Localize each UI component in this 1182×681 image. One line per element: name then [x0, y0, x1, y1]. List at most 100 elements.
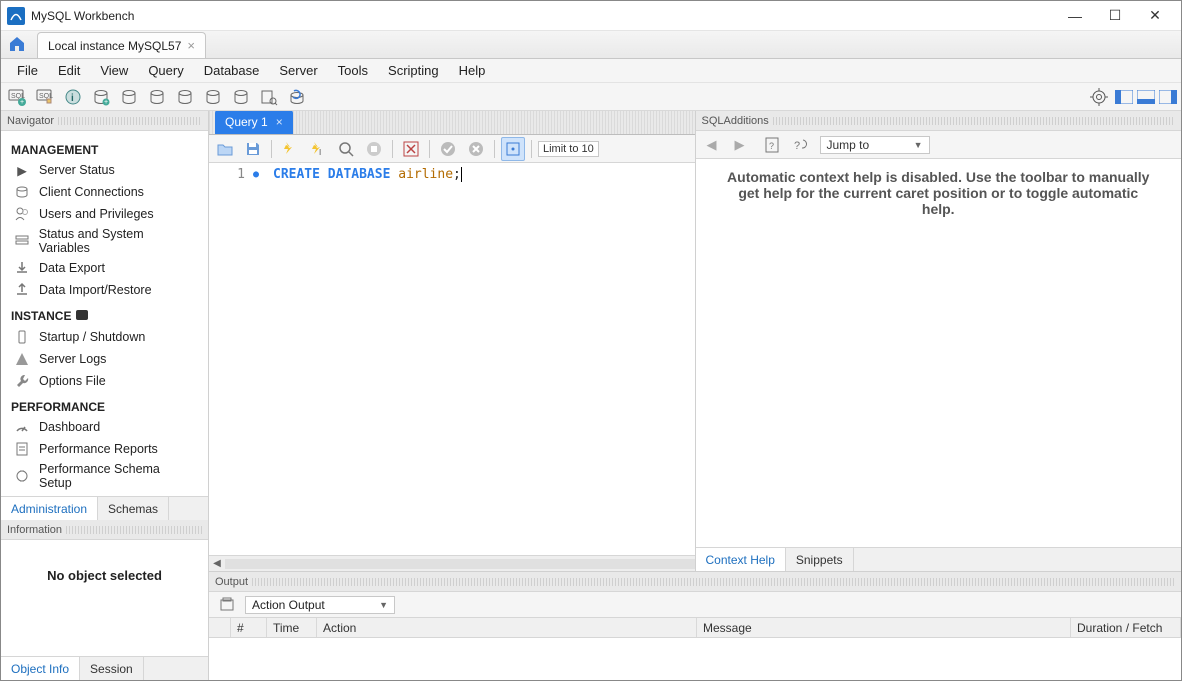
nav-client-connections[interactable]: Client Connections: [1, 181, 208, 203]
nav-data-export[interactable]: Data Export: [1, 257, 208, 279]
output-header: Output: [209, 572, 1181, 592]
output-title: Output: [215, 576, 248, 588]
information-panel: No object selected Object Info Session: [1, 540, 208, 680]
connections-icon: [13, 183, 31, 201]
db-tool-4-icon[interactable]: [173, 85, 197, 109]
nav-startup-shutdown[interactable]: Startup / Shutdown: [1, 326, 208, 348]
nav-dashboard[interactable]: Dashboard: [1, 416, 208, 438]
reconnect-icon[interactable]: [285, 85, 309, 109]
db-tool-1-icon[interactable]: +: [89, 85, 113, 109]
right-panel: Query 1 × I: [209, 111, 1181, 680]
nav-back-icon[interactable]: ◀: [700, 133, 724, 157]
execute-icon[interactable]: [278, 137, 302, 161]
col-action[interactable]: Action: [317, 618, 697, 637]
import-icon: [13, 281, 31, 299]
information-tabs: Object Info Session: [1, 656, 208, 680]
help-auto-icon[interactable]: ?: [788, 133, 812, 157]
col-duration[interactable]: Duration / Fetch: [1071, 618, 1181, 637]
minimize-button[interactable]: —: [1055, 1, 1095, 31]
left-panel: Navigator MANAGEMENT ▶Server Status Clie…: [1, 111, 209, 680]
output-toolbar: Action Output▼: [209, 592, 1181, 618]
setup-icon: [13, 467, 31, 485]
tab-snippets[interactable]: Snippets: [786, 548, 854, 571]
col-hash[interactable]: #: [231, 618, 267, 637]
sql-editor[interactable]: 1 ● CREATE DATABASE airline;: [209, 163, 695, 555]
col-message[interactable]: Message: [697, 618, 1071, 637]
inspector-icon[interactable]: i: [61, 85, 85, 109]
nav-users-privileges[interactable]: Users and Privileges: [1, 203, 208, 225]
tab-context-help[interactable]: Context Help: [696, 548, 786, 571]
information-header: Information: [1, 520, 208, 540]
editor-toolbar: I Limit to 10: [209, 135, 695, 163]
jump-to-dropdown[interactable]: Jump to▼: [820, 136, 930, 154]
output-panel: Output Action Output▼ # Time Action Mess…: [209, 572, 1181, 680]
query-tab[interactable]: Query 1 ×: [215, 111, 293, 134]
execute-current-icon[interactable]: I: [306, 137, 330, 161]
svg-text:?: ?: [794, 140, 800, 152]
new-sql-tab-icon[interactable]: SQL+: [5, 85, 29, 109]
commit-icon[interactable]: [436, 137, 460, 161]
nav-server-status[interactable]: ▶Server Status: [1, 159, 208, 181]
limit-rows-dropdown[interactable]: Limit to 10: [538, 141, 599, 157]
tab-object-info[interactable]: Object Info: [1, 657, 80, 680]
close-button[interactable]: ✕: [1135, 1, 1175, 31]
tab-session[interactable]: Session: [80, 657, 144, 680]
toggle-whitespace-icon[interactable]: [501, 137, 525, 161]
tab-schemas[interactable]: Schemas: [98, 497, 169, 520]
nav-perf-schema[interactable]: Performance Schema Setup: [1, 460, 208, 492]
save-icon[interactable]: [241, 137, 265, 161]
nav-data-import[interactable]: Data Import/Restore: [1, 279, 208, 301]
editor-hscrollbar[interactable]: ◀: [209, 555, 695, 571]
nav-fwd-icon[interactable]: ▶: [728, 133, 752, 157]
reports-icon: [13, 440, 31, 458]
menu-view[interactable]: View: [90, 63, 138, 78]
sql-code[interactable]: CREATE DATABASE airline;: [273, 163, 695, 555]
menu-tools[interactable]: Tools: [328, 63, 378, 78]
panel-toggle-bottom[interactable]: [1137, 90, 1155, 104]
home-tab[interactable]: [3, 30, 31, 58]
menu-query[interactable]: Query: [138, 63, 193, 78]
close-tab-icon[interactable]: ×: [187, 38, 195, 53]
output-clear-icon[interactable]: [215, 593, 239, 617]
nav-server-logs[interactable]: Server Logs: [1, 348, 208, 370]
app-icon: [7, 7, 25, 25]
performance-heading: PERFORMANCE: [1, 392, 208, 416]
db-tool-5-icon[interactable]: [201, 85, 225, 109]
output-grid-body: [209, 638, 1181, 680]
menu-edit[interactable]: Edit: [48, 63, 90, 78]
rollback-icon[interactable]: [464, 137, 488, 161]
settings-icon[interactable]: [1087, 85, 1111, 109]
open-file-icon[interactable]: [213, 137, 237, 161]
title-bar: MySQL Workbench — ☐ ✕: [1, 1, 1181, 31]
connection-tab[interactable]: Local instance MySQL57 ×: [37, 32, 206, 58]
nav-options-file[interactable]: Options File: [1, 370, 208, 392]
stop-icon[interactable]: [362, 137, 386, 161]
explain-icon[interactable]: [334, 137, 358, 161]
output-type-dropdown[interactable]: Action Output▼: [245, 596, 395, 614]
menu-help[interactable]: Help: [449, 63, 496, 78]
search-icon[interactable]: [257, 85, 281, 109]
menu-database[interactable]: Database: [194, 63, 270, 78]
query-tab-close-icon[interactable]: ×: [276, 115, 283, 129]
db-tool-6-icon[interactable]: [229, 85, 253, 109]
tab-administration[interactable]: Administration: [1, 497, 98, 520]
panel-toggle-left[interactable]: [1115, 90, 1133, 104]
col-time[interactable]: Time: [267, 618, 317, 637]
navigator: MANAGEMENT ▶Server Status Client Connect…: [1, 131, 208, 496]
db-tool-2-icon[interactable]: [117, 85, 141, 109]
toggle-autocommit-icon[interactable]: [399, 137, 423, 161]
open-sql-file-icon[interactable]: SQL: [33, 85, 57, 109]
nav-perf-reports[interactable]: Performance Reports: [1, 438, 208, 460]
maximize-button[interactable]: ☐: [1095, 1, 1135, 31]
menu-scripting[interactable]: Scripting: [378, 63, 449, 78]
menu-file[interactable]: File: [7, 63, 48, 78]
scroll-left-icon[interactable]: ◀: [209, 558, 225, 569]
nav-status-vars[interactable]: Status and System Variables: [1, 225, 208, 257]
db-tool-3-icon[interactable]: [145, 85, 169, 109]
menu-server[interactable]: Server: [269, 63, 327, 78]
information-body: No object selected: [1, 540, 208, 656]
wrench-icon: [13, 372, 31, 390]
panel-toggle-right[interactable]: [1159, 90, 1177, 104]
help-manual-icon[interactable]: ?: [760, 133, 784, 157]
app-title: MySQL Workbench: [31, 9, 134, 23]
